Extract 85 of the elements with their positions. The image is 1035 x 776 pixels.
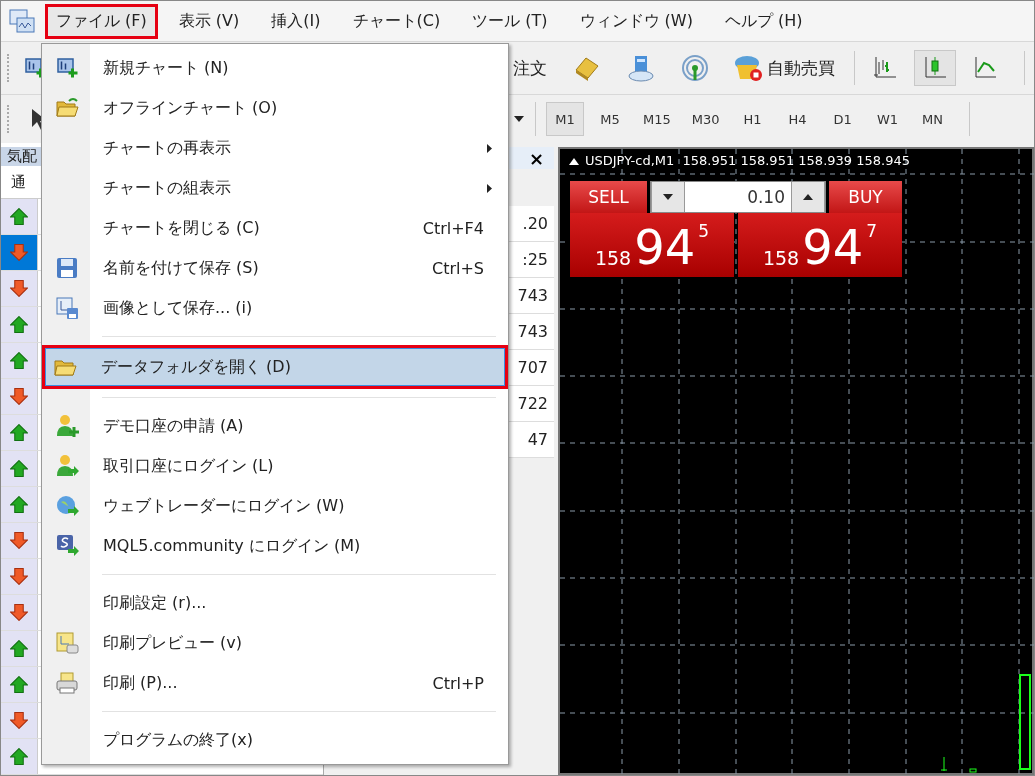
direction-cell[interactable] [1, 235, 38, 270]
signal-icon [680, 54, 709, 82]
user-add-icon [55, 414, 79, 438]
menu-item[interactable]: チャートの再表示 [44, 128, 506, 168]
direction-cell[interactable] [1, 559, 38, 594]
auto-trading-button[interactable]: 自動売買 [725, 50, 842, 86]
direction-cell[interactable] [1, 703, 38, 738]
table-cell: 47 [527, 430, 548, 449]
submenu-arrow-icon [487, 183, 492, 193]
caret-down-icon [663, 194, 673, 200]
menu-item[interactable]: MQL5.community にログイン (M) [44, 526, 506, 566]
submenu-arrow-icon [487, 143, 492, 153]
auto-trading-icon [732, 53, 763, 83]
direction-cell[interactable] [1, 631, 38, 666]
column-header: 通 [11, 172, 26, 192]
direction-cell[interactable] [1, 487, 38, 522]
menu-item[interactable]: オフラインチャート (O) [44, 88, 506, 128]
menu-item[interactable]: 画像として保存... (i) [44, 288, 506, 328]
direction-cell[interactable] [1, 379, 38, 414]
direction-cell[interactable] [1, 451, 38, 486]
community-login-icon [55, 534, 79, 558]
table-cell: 743 [517, 322, 548, 341]
timeframe-button[interactable]: M1 [546, 102, 584, 136]
table-cell: 722 [517, 394, 548, 413]
menu-title[interactable]: 挿入(I) [260, 3, 332, 39]
panel-title: 気配 [7, 147, 37, 166]
menu-item[interactable]: デモ口座の申請 (A) [44, 406, 506, 446]
menu-title[interactable]: ウィンドウ (W) [568, 3, 704, 39]
timeframe-button[interactable]: W1 [868, 102, 907, 136]
timeframe-button[interactable]: M30 [684, 102, 727, 136]
chart-type-button[interactable] [913, 50, 956, 86]
increase-button[interactable] [791, 182, 825, 212]
menu-item[interactable]: 印刷設定 (r)... [44, 583, 506, 623]
user-arrow-icon [55, 454, 79, 478]
timeframe-button[interactable]: H1 [733, 102, 772, 136]
menu-item[interactable]: データフォルダを開く (D) [42, 345, 508, 389]
folder-icon [55, 96, 79, 120]
buy-button[interactable]: BUY [829, 181, 902, 213]
caret-icon [513, 115, 525, 123]
menu-title[interactable]: ヘルプ (H) [713, 3, 814, 39]
cloud-server-icon [626, 54, 655, 82]
menu-item[interactable]: 取引口座にログイン (L) [44, 446, 506, 486]
direction-cell[interactable] [1, 595, 38, 630]
menu-title[interactable]: チャート(C) [341, 3, 452, 39]
direction-cell[interactable] [1, 415, 38, 450]
menu-item[interactable]: 印刷 (P)... Ctrl+P [44, 663, 506, 703]
new-chart-icon [56, 58, 78, 78]
menu-item[interactable]: チャートを閉じる (C) Ctrl+F4 [44, 208, 506, 248]
direction-cell[interactable] [1, 199, 38, 234]
close-button[interactable]: × [524, 147, 548, 169]
table-cell: :25 [522, 250, 548, 269]
printer-icon [55, 671, 79, 695]
sell-button[interactable]: SELL [570, 181, 647, 213]
caret-up-icon [803, 194, 813, 200]
timeframe-button[interactable]: H4 [778, 102, 817, 136]
menu-title[interactable]: ツール (T) [461, 3, 559, 39]
menu-title[interactable]: ファイル (F) [45, 3, 158, 39]
image-save-icon [55, 296, 79, 320]
timeframe-button[interactable]: MN [913, 102, 952, 136]
direction-cell[interactable] [1, 307, 38, 342]
table-cell: 743 [517, 286, 548, 305]
globe-arrow-icon [55, 494, 79, 518]
app-icon [9, 8, 35, 34]
direction-cell[interactable] [1, 523, 38, 558]
new-order-button[interactable]: 注文 [505, 50, 554, 86]
direction-cell[interactable] [1, 343, 38, 378]
table-cell: 707 [517, 358, 548, 377]
lot-size-field[interactable]: 0.10 [650, 181, 826, 213]
menu-item[interactable]: 名前を付けて保存 (S) Ctrl+S [44, 248, 506, 288]
chart-title: USDJPY-cd,M1 158.951 158.951 158.939 158.945 [585, 153, 910, 168]
menu-item[interactable]: 新規チャート (N) [44, 48, 506, 88]
menu-item[interactable]: チャートの組表示 [44, 168, 506, 208]
decrease-button[interactable] [651, 182, 685, 212]
print-preview-icon [55, 631, 79, 655]
menu-item[interactable]: ウェブトレーダーにログイン (W) [44, 486, 506, 526]
direction-cell[interactable] [1, 667, 38, 702]
table-cell: .20 [522, 214, 548, 233]
timeframe-button[interactable]: M15 [636, 102, 678, 136]
menu-title[interactable]: 表示 (V) [167, 3, 251, 39]
direction-cell[interactable] [1, 739, 38, 774]
timeframe-button[interactable]: M5 [591, 102, 629, 136]
menu-item[interactable]: プログラムの終了(x) [44, 720, 506, 760]
direction-cell[interactable] [1, 271, 38, 306]
timeframe-button[interactable]: D1 [823, 102, 862, 136]
menu-item[interactable]: 印刷プレビュー (v) [44, 623, 506, 663]
